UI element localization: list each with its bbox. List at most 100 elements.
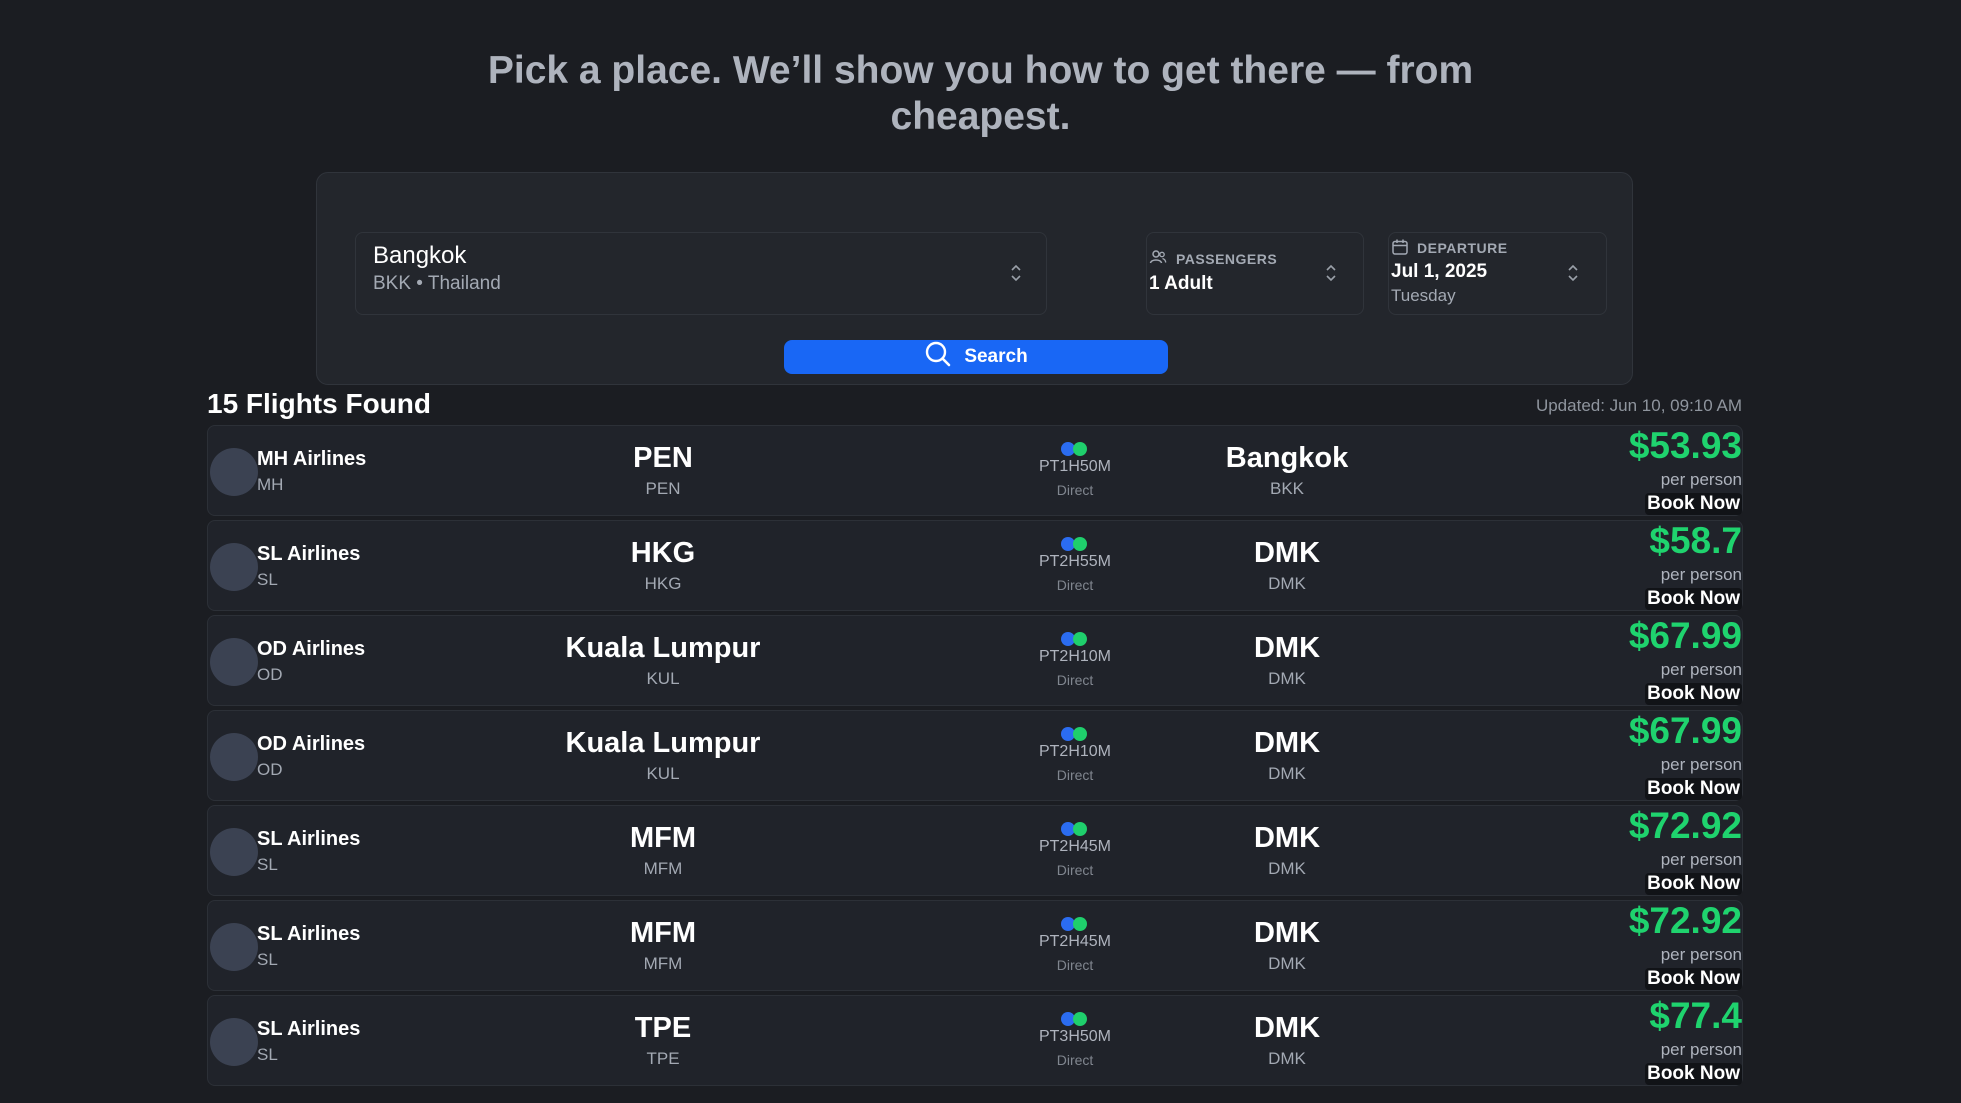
- price: $72.92: [1628, 805, 1742, 846]
- destination-code: DMK: [1268, 1049, 1306, 1068]
- per-person-label: per person: [1660, 755, 1742, 774]
- results-count: 15 Flights Found: [207, 388, 431, 419]
- airline-code: SL: [257, 855, 278, 874]
- destination-city: Bangkok: [373, 242, 467, 269]
- airline-name: SL Airlines: [257, 923, 361, 945]
- origin-code: TPE: [646, 1049, 680, 1068]
- price: $72.92: [1628, 900, 1742, 941]
- search-button-label: Search: [964, 346, 1028, 367]
- destination-name: DMK: [1253, 727, 1321, 759]
- departure-day: Tuesday: [1391, 286, 1456, 305]
- book-now-button[interactable]: Book Now: [1645, 1063, 1742, 1085]
- airline-code: SL: [257, 950, 278, 969]
- airline-name: OD Airlines: [257, 638, 366, 660]
- airline-logo: [210, 543, 258, 591]
- origin-name: MFM: [629, 822, 697, 854]
- passengers-value: 1 Adult: [1149, 273, 1213, 294]
- destination-code: DMK: [1268, 859, 1306, 878]
- origin-name: Kuala Lumpur: [565, 632, 761, 664]
- origin-code: PEN: [645, 479, 681, 498]
- flight-row[interactable]: MH Airlines MH PEN PEN PT1H50M Direct Bangkok B…: [207, 425, 1743, 516]
- per-person-label: per person: [1660, 660, 1742, 679]
- chevron-up-down-icon: [1010, 263, 1022, 285]
- airline-logo: [210, 448, 258, 496]
- origin-code: HKG: [644, 574, 682, 593]
- price: $67.99: [1628, 615, 1742, 656]
- flight-row[interactable]: SL Airlines SL MFM MFM PT2H45M Direct DMK DMK $7…: [207, 805, 1743, 896]
- origin-name: PEN: [633, 442, 693, 474]
- flight-row[interactable]: SL Airlines SL MFM MFM PT2H45M Direct DMK DMK $7…: [207, 900, 1743, 991]
- airline-name: MH Airlines: [257, 448, 367, 470]
- airline-code: OD: [257, 760, 283, 779]
- destination-name: DMK: [1253, 1012, 1321, 1044]
- book-now-button[interactable]: Book Now: [1645, 683, 1742, 705]
- airline-logo: [210, 828, 258, 876]
- origin-name: Kuala Lumpur: [565, 727, 761, 759]
- destination-code: DMK: [1268, 954, 1306, 973]
- book-now-button[interactable]: Book Now: [1645, 873, 1742, 895]
- book-now-button[interactable]: Book Now: [1645, 778, 1742, 800]
- search-card: Bangkok BKK • Thailand PASSENGERS 1 Adul…: [316, 172, 1633, 385]
- airline-name: SL Airlines: [257, 1018, 361, 1040]
- origin-name: MFM: [629, 917, 697, 949]
- hero-line-1: Pick a place. We’ll show you how to get …: [487, 49, 1474, 92]
- origin-code: MFM: [643, 954, 683, 973]
- airline-code: OD: [257, 665, 283, 684]
- per-person-label: per person: [1660, 565, 1742, 584]
- airline-logo: [210, 1018, 258, 1066]
- origin-name: TPE: [634, 1012, 692, 1044]
- airline-code: SL: [257, 1045, 278, 1064]
- passengers-select[interactable]: PASSENGERS 1 Adult: [1146, 232, 1364, 315]
- origin-code: MFM: [643, 859, 683, 878]
- calendar-icon: [1391, 238, 1409, 256]
- airline-logo: [210, 923, 258, 971]
- airline-name: SL Airlines: [257, 543, 361, 565]
- destination-name: DMK: [1253, 632, 1321, 664]
- search-icon: [924, 340, 952, 374]
- hero-heading: Pick a place. We’ll show you how to get …: [0, 48, 1961, 140]
- destination-select[interactable]: Bangkok BKK • Thailand: [355, 232, 1047, 315]
- per-person-label: per person: [1660, 1040, 1742, 1059]
- flight-row[interactable]: SL Airlines SL TPE TPE PT3H50M Direct DMK DMK $7…: [207, 995, 1743, 1086]
- destination-code: DMK: [1268, 574, 1306, 593]
- destination-name: DMK: [1253, 822, 1321, 854]
- price: $67.99: [1628, 710, 1742, 751]
- flight-row[interactable]: OD Airlines OD Kuala Lumpur KUL PT2H10M Direc…: [207, 710, 1743, 801]
- per-person-label: per person: [1660, 470, 1742, 489]
- airline-logo: [210, 638, 258, 686]
- users-icon: [1149, 248, 1167, 266]
- per-person-label: per person: [1660, 945, 1742, 964]
- book-now-button[interactable]: Book Now: [1645, 968, 1742, 990]
- destination-code: BKK: [1269, 479, 1305, 498]
- search-button[interactable]: Search: [784, 340, 1168, 374]
- chevron-up-down-icon: [1567, 263, 1579, 285]
- departure-date: Jul 1, 2025: [1391, 261, 1488, 282]
- origin-code: KUL: [646, 669, 680, 688]
- origin-code: KUL: [646, 764, 680, 783]
- chevron-up-down-icon: [1325, 263, 1337, 285]
- book-now-button[interactable]: Book Now: [1645, 588, 1742, 610]
- destination-code: DMK: [1268, 764, 1306, 783]
- price: $77.4: [1649, 995, 1742, 1036]
- airline-code: MH: [257, 475, 284, 494]
- origin-name: HKG: [630, 537, 696, 569]
- airline-code: SL: [257, 570, 278, 589]
- price: $53.93: [1628, 425, 1742, 466]
- destination-code: DMK: [1268, 669, 1306, 688]
- book-now-button[interactable]: Book Now: [1645, 493, 1742, 515]
- passengers-label: PASSENGERS: [1176, 251, 1278, 267]
- destination-name: DMK: [1253, 917, 1321, 949]
- per-person-label: per person: [1660, 850, 1742, 869]
- destination-detail: BKK • Thailand: [373, 273, 501, 294]
- hero-line-2: cheapest.: [890, 95, 1071, 138]
- airline-name: SL Airlines: [257, 828, 361, 850]
- flight-list: MH Airlines MH PEN PEN PT1H50M Direct Bangkok B…: [207, 425, 1743, 1090]
- airline-logo: [210, 733, 258, 781]
- airline-name: OD Airlines: [257, 733, 366, 755]
- departure-select[interactable]: DEPARTURE Jul 1, 2025 Tuesday: [1388, 232, 1607, 315]
- updated-timestamp: Updated: Jun 10, 09:10 AM: [1535, 396, 1742, 415]
- price: $58.7: [1649, 520, 1742, 561]
- flight-row[interactable]: OD Airlines OD Kuala Lumpur KUL PT2H10M Direc…: [207, 615, 1743, 706]
- flight-row[interactable]: SL Airlines SL HKG HKG PT2H55M Direct DMK DMK $5…: [207, 520, 1743, 611]
- destination-name: DMK: [1253, 537, 1321, 569]
